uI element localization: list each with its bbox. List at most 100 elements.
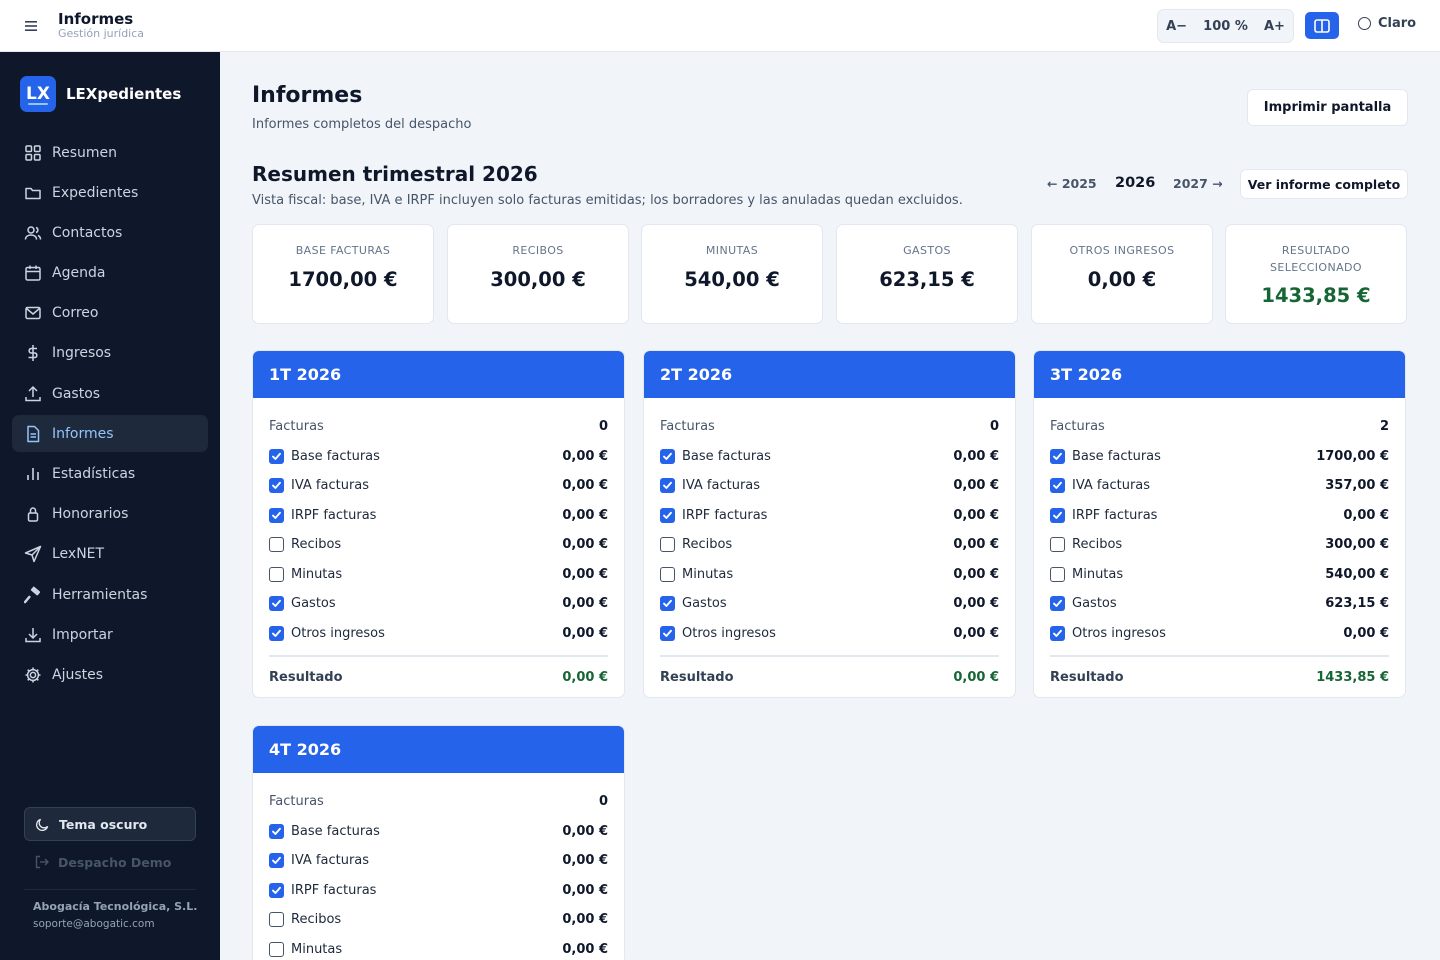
invoices-count-row: Facturas 0: [269, 787, 608, 817]
quarter-row: Gastos 0,00 €: [660, 589, 999, 619]
checkbox-unchecked[interactable]: [1050, 566, 1065, 582]
quarter-body: Facturas 0 Base facturas 0,00 € IVA facturas…: [253, 398, 624, 697]
checkbox-checked[interactable]: [660, 507, 675, 523]
invoices-label: Facturas: [269, 794, 324, 810]
check-icon: [1053, 511, 1062, 519]
row-value: 0,00 €: [953, 596, 999, 612]
row-label-group: Minutas: [269, 941, 342, 957]
row-value: 0,00 €: [1343, 625, 1389, 641]
sidebar-item-ajustes[interactable]: Ajustes: [12, 656, 208, 693]
checkbox-checked[interactable]: [1050, 448, 1065, 464]
checkbox-checked[interactable]: [660, 448, 675, 464]
row-value: 0,00 €: [953, 566, 999, 582]
quarter-result-row: Resultado 0,00 €: [269, 657, 608, 697]
result-label: Resultado: [1050, 669, 1124, 685]
sidebar-item-agenda[interactable]: Agenda: [12, 255, 208, 292]
checkbox-checked[interactable]: [1050, 507, 1065, 523]
checkbox-unchecked[interactable]: [269, 941, 284, 957]
sidebar-item-herramientas[interactable]: Herramientas: [12, 576, 208, 613]
next-year-link[interactable]: 2027 →: [1173, 176, 1223, 191]
row-value: 0,00 €: [562, 566, 608, 582]
grid-icon: [25, 144, 41, 161]
invoices-label: Facturas: [660, 419, 715, 435]
logout-button[interactable]: Despacho Demo: [34, 854, 171, 870]
quarter-title: 3T 2026: [1034, 351, 1405, 398]
sidebar-item-informes[interactable]: Informes: [12, 415, 208, 453]
row-value: 0,00 €: [562, 882, 608, 898]
checkbox-unchecked[interactable]: [269, 912, 284, 928]
sidebar-item-contactos[interactable]: Contactos: [12, 214, 208, 251]
quarter-row: Base facturas 0,00 €: [660, 442, 999, 472]
quarter-row: IRPF facturas 0,00 €: [1050, 501, 1389, 531]
stat-value: 0,00 €: [1087, 268, 1157, 291]
checkbox-unchecked[interactable]: [660, 566, 675, 582]
zoom-out-button[interactable]: A−: [1166, 19, 1187, 34]
dark-theme-button[interactable]: Tema oscuro: [24, 807, 196, 841]
sidebar-item-ingresos[interactable]: Ingresos: [12, 335, 208, 372]
quarter-result-row: Resultado 0,00 €: [660, 657, 999, 697]
stat-card-minutas: MINUTAS 540,00 €: [641, 224, 823, 324]
checkbox-unchecked[interactable]: [660, 537, 675, 553]
quarter-row: IVA facturas 0,00 €: [269, 471, 608, 501]
checkbox-checked[interactable]: [1050, 596, 1065, 612]
checkbox-checked[interactable]: [269, 507, 284, 523]
quarter-card: 3T 2026 Facturas 2 Base facturas 1700,00 € IV…: [1033, 350, 1406, 698]
row-value: 357,00 €: [1325, 478, 1389, 494]
quarter-row: Recibos 0,00 €: [269, 905, 608, 935]
checkbox-checked[interactable]: [269, 448, 284, 464]
stat-value: 1433,85 €: [1261, 284, 1371, 307]
sidebar-item-label: Herramientas: [52, 586, 148, 603]
checkbox-checked[interactable]: [269, 853, 284, 869]
page-subtitle: Informes completos del despacho: [252, 117, 472, 132]
checkbox-unchecked[interactable]: [269, 537, 284, 553]
checkbox-checked[interactable]: [660, 478, 675, 494]
row-label: Minutas: [1072, 566, 1124, 582]
brand[interactable]: LX LEXpedientes: [20, 76, 181, 112]
sidebar-item-estadisticas[interactable]: Estadísticas: [12, 456, 208, 493]
sidebar-item-importar[interactable]: Importar: [12, 616, 208, 653]
quarter-row: Otros ingresos 0,00 €: [660, 619, 999, 649]
row-label: Minutas: [291, 566, 343, 582]
bar-chart-icon: [27, 468, 39, 480]
row-value: 0,00 €: [1343, 507, 1389, 523]
checkbox-checked[interactable]: [269, 596, 284, 612]
brand-logo: LX: [20, 76, 56, 112]
check-icon: [272, 827, 281, 835]
sidebar-item-honorarios[interactable]: Honorarios: [12, 496, 208, 533]
sidebar-item-gastos[interactable]: Gastos: [12, 375, 208, 412]
split-view-button[interactable]: [1305, 12, 1339, 39]
checkbox-checked[interactable]: [660, 596, 675, 612]
quarter-card: 1T 2026 Facturas 0 Base facturas 0,00 € IVA f…: [252, 350, 625, 698]
checkbox-checked[interactable]: [269, 823, 284, 839]
theme-toggle-button[interactable]: Claro: [1358, 16, 1416, 31]
checkbox-checked[interactable]: [269, 478, 284, 494]
row-label-group: IVA facturas: [269, 853, 369, 869]
stat-card-resultado: RESULTADO SELECCIONADO 1433,85 €: [1225, 224, 1407, 324]
result-value: 0,00 €: [953, 669, 999, 685]
sidebar-item-resumen[interactable]: Resumen: [12, 134, 208, 171]
checkbox-checked[interactable]: [269, 625, 284, 641]
zoom-in-button[interactable]: A+: [1264, 19, 1285, 34]
previous-year-link[interactable]: ← 2025: [1047, 176, 1097, 191]
row-label: Base facturas: [291, 823, 380, 839]
hamburger-menu-icon[interactable]: [22, 18, 40, 34]
check-icon: [272, 452, 281, 460]
checkbox-checked[interactable]: [1050, 625, 1065, 641]
sidebar-divider: [24, 889, 196, 890]
checkbox-unchecked[interactable]: [269, 566, 284, 582]
theme-toggle-label: Claro: [1378, 16, 1417, 31]
sidebar-item-lexnet[interactable]: LexNET: [12, 536, 208, 573]
checkbox-unchecked[interactable]: [1050, 537, 1065, 553]
print-screen-button[interactable]: Imprimir pantalla: [1247, 89, 1408, 126]
row-label-group: Minutas: [1050, 566, 1124, 582]
sidebar-item-correo[interactable]: Correo: [12, 295, 208, 332]
checkbox-checked[interactable]: [660, 625, 675, 641]
full-report-button[interactable]: Ver informe completo: [1240, 169, 1408, 199]
checkbox-checked[interactable]: [269, 882, 284, 898]
sidebar-item-expedientes[interactable]: Expedientes: [12, 174, 208, 211]
check-icon: [1053, 600, 1062, 608]
circle-icon: [1358, 17, 1371, 30]
row-value: 0,00 €: [562, 823, 608, 839]
quarter-row: IRPF facturas 0,00 €: [269, 501, 608, 531]
checkbox-checked[interactable]: [1050, 478, 1065, 494]
